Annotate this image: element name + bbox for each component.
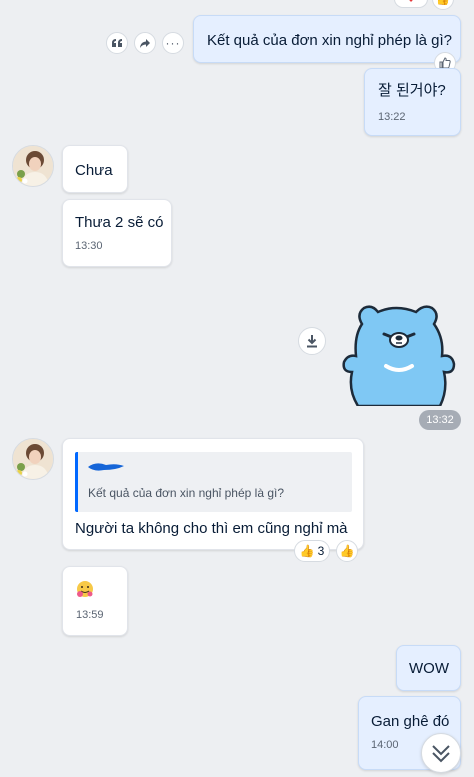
quote-icon <box>112 39 122 47</box>
reaction-count: 3 <box>317 544 325 558</box>
avatar[interactable] <box>12 438 54 480</box>
message-time: 13:59 <box>76 609 104 621</box>
message-text: Thưa 2 sẽ có <box>75 214 164 231</box>
quoted-message[interactable]: Kết quả của đơn xin nghỉ phép là gì? <box>75 452 352 512</box>
scroll-down-icon <box>432 745 450 763</box>
download-icon <box>307 335 317 348</box>
share-button[interactable] <box>134 32 156 54</box>
message-time: 13:30 <box>75 240 103 252</box>
avatar[interactable] <box>12 145 54 187</box>
incoming-message-bubble[interactable]: 13:59 <box>62 566 128 636</box>
quoted-text: Kết quả của đơn xin nghỉ phép là gì? <box>88 486 285 500</box>
thumbs-up-icon: 👍 <box>299 544 315 558</box>
download-button[interactable] <box>298 327 326 355</box>
more-button[interactable]: ··· <box>162 32 184 54</box>
message-text: Chưa <box>75 162 113 179</box>
message-text: Gan ghê đó <box>371 713 450 730</box>
top-like-button[interactable]: 👍 <box>432 0 454 10</box>
more-icon: ··· <box>165 36 181 50</box>
message-text: Kết quả của đơn xin nghỉ phép là gì? <box>207 32 453 49</box>
quote-button[interactable] <box>106 32 128 54</box>
outgoing-message-bubble[interactable]: Kết quả của đơn xin nghỉ phép là gì? <box>193 15 461 63</box>
top-reaction-pill[interactable]: ❤ <box>394 0 428 8</box>
message-time: 13:22 <box>378 111 406 123</box>
incoming-message-bubble[interactable]: Chưa <box>62 145 128 193</box>
message-text: WOW <box>409 660 449 677</box>
message-text: Người ta không cho thì em cũng nghỉ mà <box>75 520 348 537</box>
reaction-summary[interactable]: 👍 3 <box>294 540 330 562</box>
message-time: 14:00 <box>371 739 399 751</box>
sticker-time: 13:32 <box>419 410 461 430</box>
scroll-to-bottom-button[interactable] <box>421 733 461 773</box>
heart-icon: ❤ <box>406 0 416 6</box>
like-icon: 👍 <box>436 0 450 6</box>
incoming-reply-bubble[interactable]: Kết quả của đơn xin nghỉ phép là gì? Ngư… <box>62 438 364 550</box>
thumbs-up-icon: 👍 <box>339 544 355 558</box>
message-text: 잘 된거야? <box>378 82 446 99</box>
outgoing-message-bubble[interactable]: 잘 된거야? 13:22 <box>364 68 461 136</box>
sticker-bear[interactable] <box>340 300 458 408</box>
hug-face-icon <box>77 581 93 597</box>
outgoing-message-bubble[interactable]: WOW <box>396 645 461 691</box>
share-icon <box>140 38 150 48</box>
like-button[interactable]: 👍 <box>336 540 358 562</box>
incoming-message-bubble[interactable]: Thưa 2 sẽ có 13:30 <box>62 199 172 267</box>
quoted-sender-redacted <box>88 463 124 471</box>
